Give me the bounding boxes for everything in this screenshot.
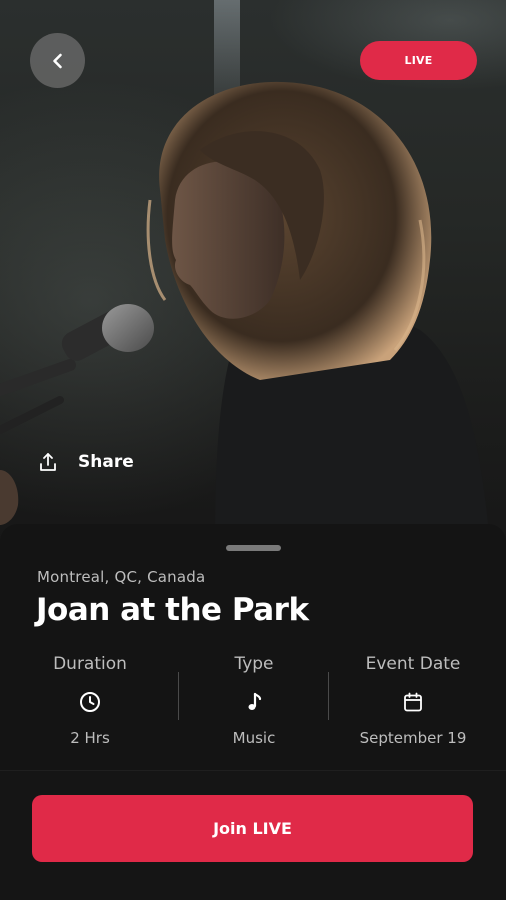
event-location: Montreal, QC, Canada xyxy=(37,568,206,586)
chevron-left-icon xyxy=(52,53,62,68)
share-label: Share xyxy=(78,452,134,472)
sheet-drag-handle[interactable] xyxy=(226,545,281,551)
music-note-icon xyxy=(248,692,262,710)
share-button[interactable]: Share xyxy=(38,452,134,472)
back-button[interactable] xyxy=(30,33,85,88)
stat-type: Type Music xyxy=(169,654,339,747)
stat-duration: Duration 2 Hrs xyxy=(5,654,175,747)
stat-value: Music xyxy=(232,729,276,747)
event-title: Joan at the Park xyxy=(36,592,309,628)
hero-image: LIVE Share xyxy=(0,0,506,545)
stat-event-date: Event Date September 19 xyxy=(328,654,498,747)
stat-label: Type xyxy=(234,654,274,674)
live-badge: LIVE xyxy=(360,41,477,80)
footer-bar: Join LIVE xyxy=(0,770,506,900)
stat-label: Duration xyxy=(53,654,127,674)
share-icon xyxy=(40,453,56,471)
stat-value: 2 Hrs xyxy=(70,729,110,747)
calendar-icon xyxy=(404,692,422,712)
clock-icon xyxy=(80,692,100,712)
join-live-button[interactable]: Join LIVE xyxy=(32,795,473,862)
stat-value: September 19 xyxy=(359,729,467,747)
stat-label: Event Date xyxy=(365,654,461,674)
